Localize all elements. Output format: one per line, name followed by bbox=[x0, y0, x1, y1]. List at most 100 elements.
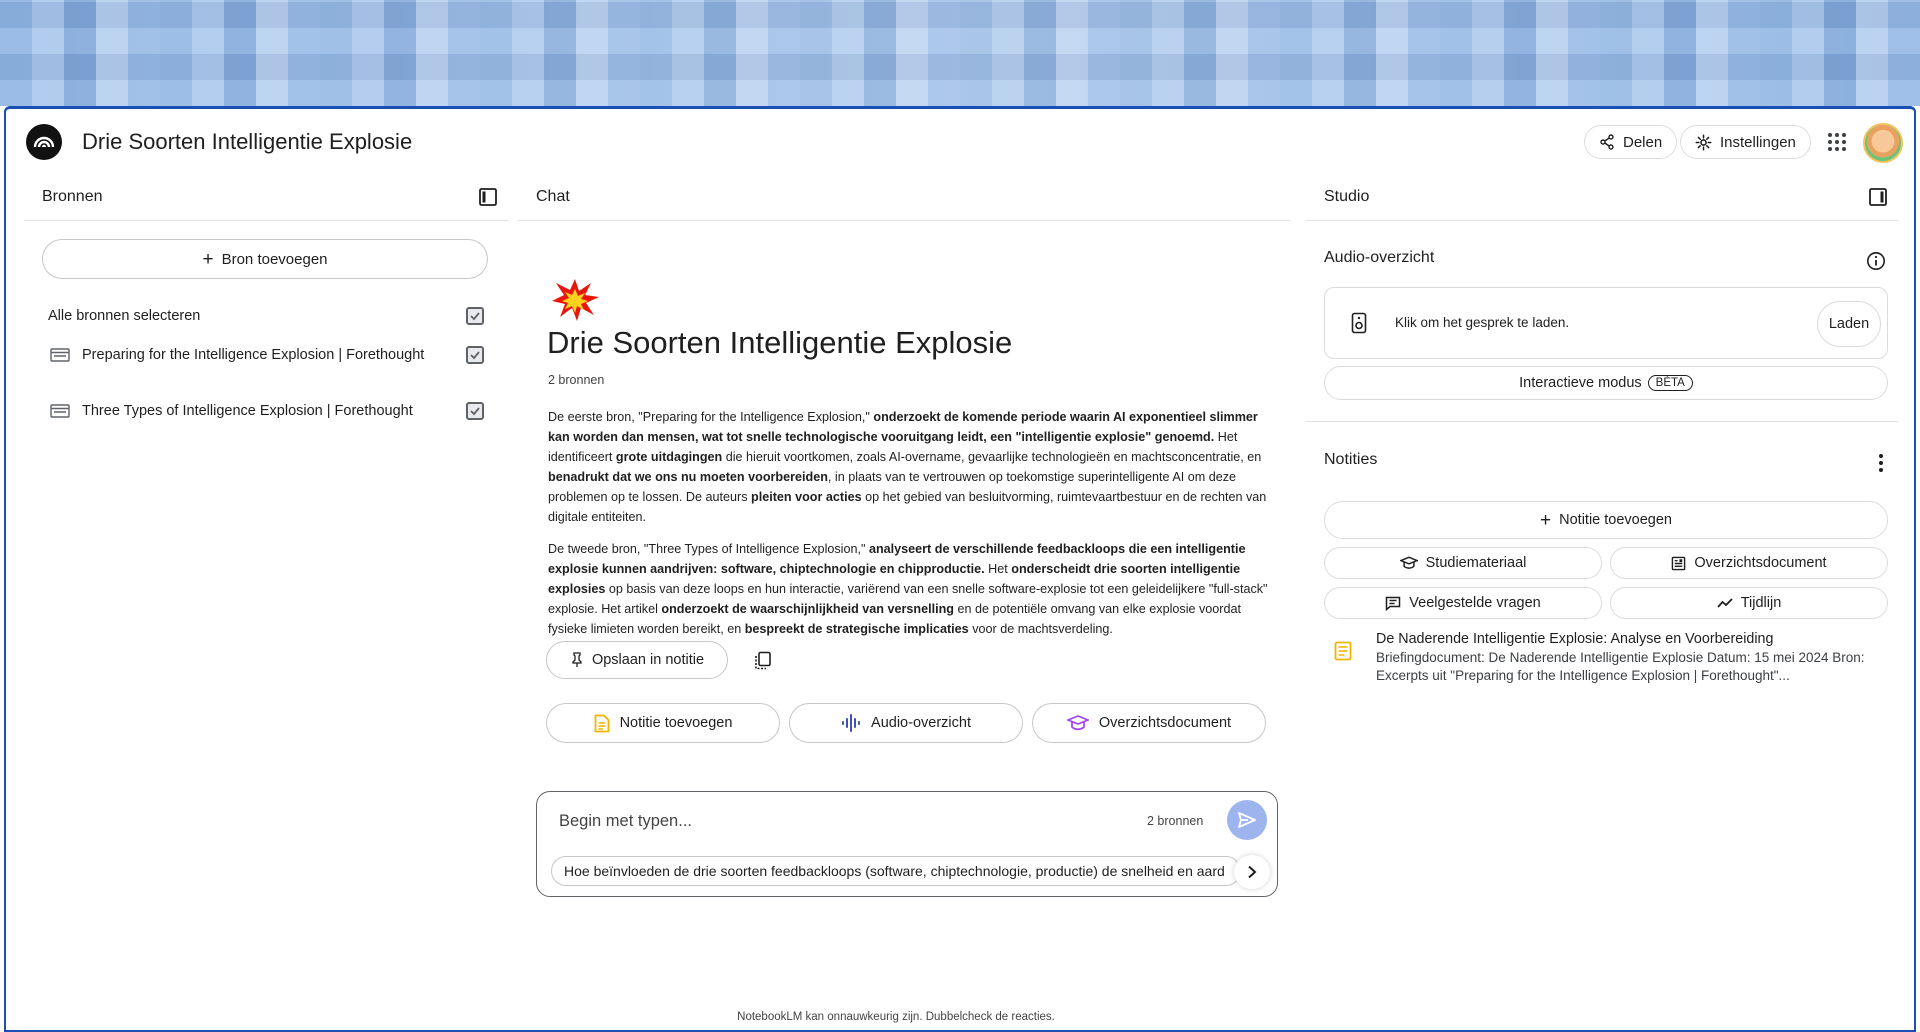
copy-icon[interactable] bbox=[754, 651, 772, 671]
source-title: Preparing for the Intelligence Explosion… bbox=[82, 347, 425, 363]
next-suggestion-button[interactable] bbox=[1234, 855, 1270, 889]
check-icon bbox=[470, 351, 480, 360]
briefing-doc-label: Overzichtsdocument bbox=[1694, 555, 1827, 571]
gear-icon bbox=[1695, 134, 1712, 150]
chat-notebook-title: Drie Soorten Intelligentie Explosie bbox=[547, 325, 1013, 360]
paragraph-segment: De eerste bron, "Preparing for the Intel… bbox=[548, 410, 874, 424]
studio-panel: Studio Audio-overzicht Klik om het gespr… bbox=[1306, 173, 1898, 1013]
select-all-checkbox[interactable] bbox=[466, 307, 484, 325]
pin-icon bbox=[572, 652, 582, 667]
timeline-button[interactable]: Tijdlijn bbox=[1610, 587, 1888, 619]
source-checkbox[interactable] bbox=[466, 346, 484, 364]
apps-grid-icon[interactable] bbox=[1826, 131, 1848, 153]
chat-panel: Chat Drie Soorten Intelligentie Explosie… bbox=[518, 173, 1290, 1013]
notebook-window: Drie Soorten Intelligentie Explosie Dele… bbox=[4, 106, 1916, 1032]
graduation-cap-icon bbox=[1399, 556, 1418, 569]
web-source-icon bbox=[50, 348, 70, 362]
briefing-doc-button[interactable]: Overzichtsdocument bbox=[1610, 547, 1888, 579]
add-note-button[interactable]: + Notitie toevoegen bbox=[1324, 501, 1888, 539]
notebook-title[interactable]: Drie Soorten Intelligentie Explosie bbox=[82, 129, 412, 155]
document-list-icon bbox=[1672, 556, 1686, 570]
settings-button[interactable]: Instellingen bbox=[1680, 125, 1811, 159]
save-to-note-button[interactable]: Opslaan in notitie bbox=[546, 641, 728, 679]
suggested-question[interactable]: Hoe beïnvloeden de drie soorten feedback… bbox=[551, 856, 1241, 886]
user-avatar[interactable] bbox=[1863, 123, 1903, 163]
chat-input[interactable] bbox=[559, 808, 1119, 834]
paragraph-segment: die hieruit voortkomen, zoals AI-overnam… bbox=[722, 450, 1262, 464]
share-button[interactable]: Delen bbox=[1584, 125, 1678, 159]
collapse-sources-icon[interactable] bbox=[478, 187, 498, 207]
settings-label: Instellingen bbox=[1720, 133, 1796, 151]
info-icon[interactable] bbox=[1866, 251, 1886, 271]
chat-panel-title: Chat bbox=[536, 188, 570, 205]
audio-overview-chip-label: Audio-overzicht bbox=[871, 715, 971, 731]
note-preview: Briefingdocument: De Naderende Intellige… bbox=[1376, 650, 1865, 683]
note-title: De Naderende Intelligentie Explosie: Ana… bbox=[1376, 631, 1774, 647]
paragraph-segment: voor de machtsverdeling. bbox=[968, 622, 1113, 636]
studio-panel-title: Studio bbox=[1324, 188, 1370, 205]
check-icon bbox=[470, 312, 480, 321]
sources-panel-title: Bronnen bbox=[42, 188, 103, 205]
source-checkbox[interactable] bbox=[466, 402, 484, 420]
overview-document-chip[interactable]: Overzichtsdocument bbox=[1032, 703, 1266, 743]
summary-paragraph-1: De eerste bron, "Preparing for the Intel… bbox=[548, 407, 1274, 527]
paragraph-segment: onderzoekt de waarschijnlijkheid van ver… bbox=[661, 602, 954, 616]
faq-label: Veelgestelde vragen bbox=[1409, 595, 1541, 611]
explosion-emoji-icon bbox=[552, 279, 599, 321]
audio-load-prompt: Klik om het gesprek te laden. bbox=[1395, 315, 1570, 330]
add-source-label: Bron toevoegen bbox=[221, 250, 328, 268]
send-icon bbox=[1238, 812, 1256, 828]
source-title: Three Types of Intelligence Explosion | … bbox=[82, 403, 413, 419]
paragraph-segment: benadrukt dat we ons nu moeten voorberei… bbox=[548, 470, 828, 484]
chevron-right-icon bbox=[1248, 865, 1257, 879]
audio-overview-title: Audio-overzicht bbox=[1324, 249, 1435, 266]
speaker-icon bbox=[1351, 312, 1367, 334]
plus-icon: + bbox=[202, 248, 214, 270]
interactive-mode-label: Interactieve modus bbox=[1519, 375, 1642, 391]
save-to-note-label: Opslaan in notitie bbox=[591, 652, 705, 668]
summary-paragraph-2: De tweede bron, "Three Types of Intellig… bbox=[548, 539, 1274, 639]
timeline-label: Tijdlijn bbox=[1740, 595, 1782, 611]
add-note-label: Notitie toevoegen bbox=[1559, 512, 1672, 528]
sources-panel-header: Bronnen bbox=[24, 173, 508, 221]
desktop-backdrop bbox=[0, 0, 1920, 106]
share-icon bbox=[1600, 134, 1614, 150]
paragraph-segment: Het bbox=[984, 562, 1012, 576]
send-button[interactable] bbox=[1227, 800, 1267, 840]
paragraph-segment: De tweede bron, "Three Types of Intellig… bbox=[548, 542, 869, 556]
source-item[interactable]: Three Types of Intelligence Explosion | … bbox=[42, 399, 488, 423]
check-icon bbox=[470, 407, 480, 416]
app-header: Drie Soorten Intelligentie Explosie Dele… bbox=[6, 109, 1914, 173]
web-source-icon bbox=[50, 404, 70, 418]
interactive-mode-button[interactable]: Interactieve modus BÈTA bbox=[1324, 366, 1888, 400]
paragraph-segment: bespreekt de strategische implicaties bbox=[744, 622, 969, 636]
overview-document-chip-label: Overzichtsdocument bbox=[1098, 715, 1232, 731]
chat-composer: 2 bronnen Hoe beïnvloeden de drie soorte… bbox=[536, 791, 1278, 897]
plus-icon: + bbox=[1540, 509, 1552, 531]
more-vertical-icon[interactable] bbox=[1878, 453, 1884, 473]
faq-button[interactable]: Veelgestelde vragen bbox=[1324, 587, 1602, 619]
audio-overview-chip[interactable]: Audio-overzicht bbox=[789, 703, 1023, 743]
trend-line-icon bbox=[1717, 598, 1733, 608]
note-document-icon bbox=[594, 714, 609, 732]
load-audio-button[interactable]: Laden bbox=[1817, 301, 1881, 347]
paragraph-segment: pleiten voor acties bbox=[751, 490, 862, 504]
sources-panel: Bronnen + Bron toevoegen Alle bronnen se… bbox=[24, 173, 508, 1013]
add-note-chip-label: Notitie toevoegen bbox=[619, 715, 733, 731]
add-source-button[interactable]: + Bron toevoegen bbox=[42, 239, 488, 279]
studio-divider bbox=[1306, 421, 1898, 422]
collapse-studio-icon[interactable] bbox=[1868, 187, 1888, 207]
beta-badge: BÈTA bbox=[1647, 375, 1693, 391]
composer-source-count: 2 bronnen bbox=[1147, 814, 1204, 828]
add-note-chip[interactable]: Notitie toevoegen bbox=[546, 703, 780, 743]
notebooklm-logo-icon[interactable] bbox=[26, 124, 62, 160]
chat-panel-header: Chat bbox=[518, 173, 1290, 221]
audio-overview-card[interactable]: Klik om het gesprek te laden. Laden bbox=[1324, 287, 1888, 359]
select-all-row[interactable]: Alle bronnen selecteren bbox=[42, 304, 488, 328]
paragraph-segment: grote uitdagingen bbox=[615, 450, 723, 464]
share-label: Delen bbox=[1623, 133, 1663, 151]
source-item[interactable]: Preparing for the Intelligence Explosion… bbox=[42, 343, 488, 367]
audio-waveform-icon bbox=[842, 714, 861, 732]
logo-glyph-icon bbox=[33, 136, 55, 148]
study-guide-button[interactable]: Studiemateriaal bbox=[1324, 547, 1602, 579]
